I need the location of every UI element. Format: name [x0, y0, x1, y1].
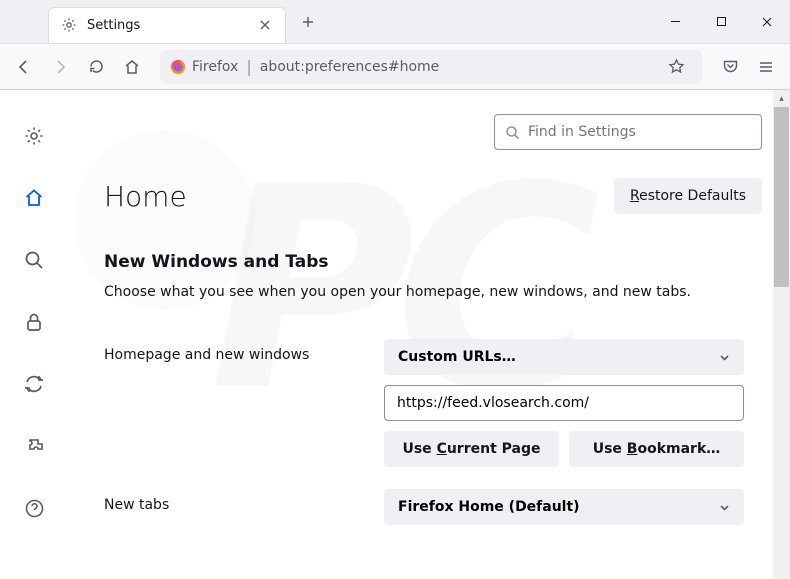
chevron-down-icon: [719, 352, 730, 363]
settings-sidebar: [0, 90, 68, 579]
scrollbar[interactable]: ▴: [773, 90, 790, 579]
homepage-url-input[interactable]: [384, 385, 744, 421]
sidebar-item-privacy[interactable]: [16, 304, 52, 340]
forward-button[interactable]: [44, 51, 76, 83]
urlbar-separator: |: [246, 57, 251, 76]
select-value: Firefox Home (Default): [398, 499, 580, 515]
home-button[interactable]: [116, 51, 148, 83]
settings-search[interactable]: [494, 114, 762, 150]
titlebar: Settings: [0, 0, 790, 44]
page-title: Home: [104, 180, 187, 213]
use-current-page-button[interactable]: Use Current Page: [384, 431, 559, 467]
chevron-down-icon: [719, 502, 730, 513]
select-value: Custom URLs…: [398, 349, 516, 365]
firefox-icon: [170, 59, 186, 75]
sidebar-item-extensions[interactable]: [16, 428, 52, 464]
use-bookmark-button[interactable]: Use Bookmark…: [569, 431, 744, 467]
search-icon: [505, 125, 520, 140]
window-close-button[interactable]: [744, 0, 790, 44]
section-description: Choose what you see when you open your h…: [104, 282, 762, 303]
settings-main: Home Restore Defaults New Windows and Ta…: [68, 90, 790, 579]
newtabs-select[interactable]: Firefox Home (Default): [384, 489, 744, 525]
homepage-label: Homepage and new windows: [104, 339, 364, 363]
bookmark-star-icon[interactable]: [660, 51, 692, 83]
gear-icon: [61, 17, 77, 33]
new-tab-button[interactable]: [294, 8, 322, 36]
toolbar: Firefox | about:preferences#home: [0, 44, 790, 90]
browser-tab[interactable]: Settings: [48, 7, 286, 43]
url-bar[interactable]: Firefox | about:preferences#home: [160, 50, 702, 84]
back-button[interactable]: [8, 51, 40, 83]
minimize-button[interactable]: [652, 0, 698, 44]
restore-defaults-button[interactable]: Restore Defaults: [614, 178, 762, 214]
tab-title: Settings: [87, 18, 247, 33]
homepage-mode-select[interactable]: Custom URLs…: [384, 339, 744, 375]
menu-button[interactable]: [750, 51, 782, 83]
close-icon[interactable]: [257, 17, 273, 33]
scrollbar-thumb[interactable]: [774, 107, 789, 287]
sidebar-item-sync[interactable]: [16, 366, 52, 402]
reload-button[interactable]: [80, 51, 112, 83]
scroll-up-icon[interactable]: ▴: [773, 90, 790, 107]
window-controls: [652, 0, 790, 44]
maximize-button[interactable]: [698, 0, 744, 44]
sidebar-item-general[interactable]: [16, 118, 52, 154]
search-input[interactable]: [528, 124, 751, 140]
sidebar-item-search[interactable]: [16, 242, 52, 278]
sidebar-item-help[interactable]: [16, 490, 52, 526]
sidebar-item-home[interactable]: [16, 180, 52, 216]
identity-box[interactable]: Firefox: [170, 59, 238, 75]
section-title: New Windows and Tabs: [104, 252, 762, 272]
pocket-icon[interactable]: [714, 51, 746, 83]
identity-label: Firefox: [192, 59, 238, 75]
url-text: about:preferences#home: [260, 59, 440, 75]
newtabs-label: New tabs: [104, 489, 364, 513]
